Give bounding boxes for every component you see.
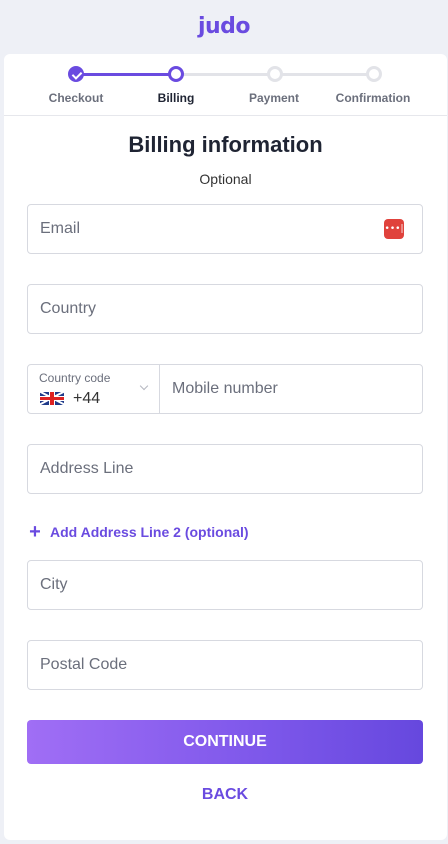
step-label-billing: Billing bbox=[157, 91, 195, 105]
step-label-payment: Payment bbox=[248, 91, 300, 105]
postal-code-field[interactable]: Postal Code bbox=[27, 640, 423, 690]
postal-code-placeholder: Postal Code bbox=[40, 656, 128, 673]
uk-flag-icon bbox=[40, 392, 64, 405]
step-checkout-check-icon bbox=[68, 66, 84, 82]
country-placeholder: Country bbox=[40, 300, 97, 317]
address-line-field[interactable]: Address Line bbox=[27, 444, 423, 494]
page-subtitle: Optional bbox=[199, 171, 252, 187]
add-address-line2-label: Add Address Line 2 (optional) bbox=[50, 524, 249, 540]
city-field[interactable]: City bbox=[27, 560, 423, 610]
country-field[interactable]: Country bbox=[27, 284, 423, 334]
phone-input-group: Country code +44 Mobile number bbox=[27, 364, 423, 414]
city-placeholder: City bbox=[40, 576, 68, 593]
stepper-track-completed bbox=[76, 73, 176, 76]
chevron-down-icon bbox=[139, 381, 149, 391]
address-line-placeholder: Address Line bbox=[40, 460, 134, 477]
continue-button[interactable]: CONTINUE bbox=[27, 720, 423, 764]
add-address-line2-button[interactable]: + Add Address Line 2 (optional) bbox=[28, 521, 249, 543]
back-button[interactable]: BACK bbox=[27, 780, 423, 810]
checkout-card: Checkout Billing Payment Confirmation Bi… bbox=[4, 54, 447, 840]
country-code-select[interactable]: Country code +44 bbox=[28, 365, 160, 413]
password-manager-icon[interactable]: •••| bbox=[384, 219, 404, 239]
header: judo bbox=[0, 0, 448, 52]
progress-stepper: Checkout Billing Payment Confirmation bbox=[4, 54, 447, 116]
step-payment-dot bbox=[267, 66, 283, 82]
judo-logo: judo bbox=[197, 13, 251, 39]
step-label-checkout: Checkout bbox=[48, 91, 104, 105]
email-field[interactable]: Email •••| bbox=[27, 204, 423, 254]
step-billing-dot bbox=[168, 66, 184, 82]
mobile-number-field[interactable]: Mobile number bbox=[172, 380, 278, 398]
country-code-label: Country code bbox=[39, 371, 111, 385]
step-label-confirmation: Confirmation bbox=[335, 91, 411, 105]
country-code-value: +44 bbox=[73, 390, 101, 407]
plus-icon: + bbox=[29, 521, 41, 543]
email-placeholder: Email bbox=[40, 220, 81, 237]
page-title: Billing information bbox=[128, 132, 323, 157]
step-confirmation-dot bbox=[366, 66, 382, 82]
